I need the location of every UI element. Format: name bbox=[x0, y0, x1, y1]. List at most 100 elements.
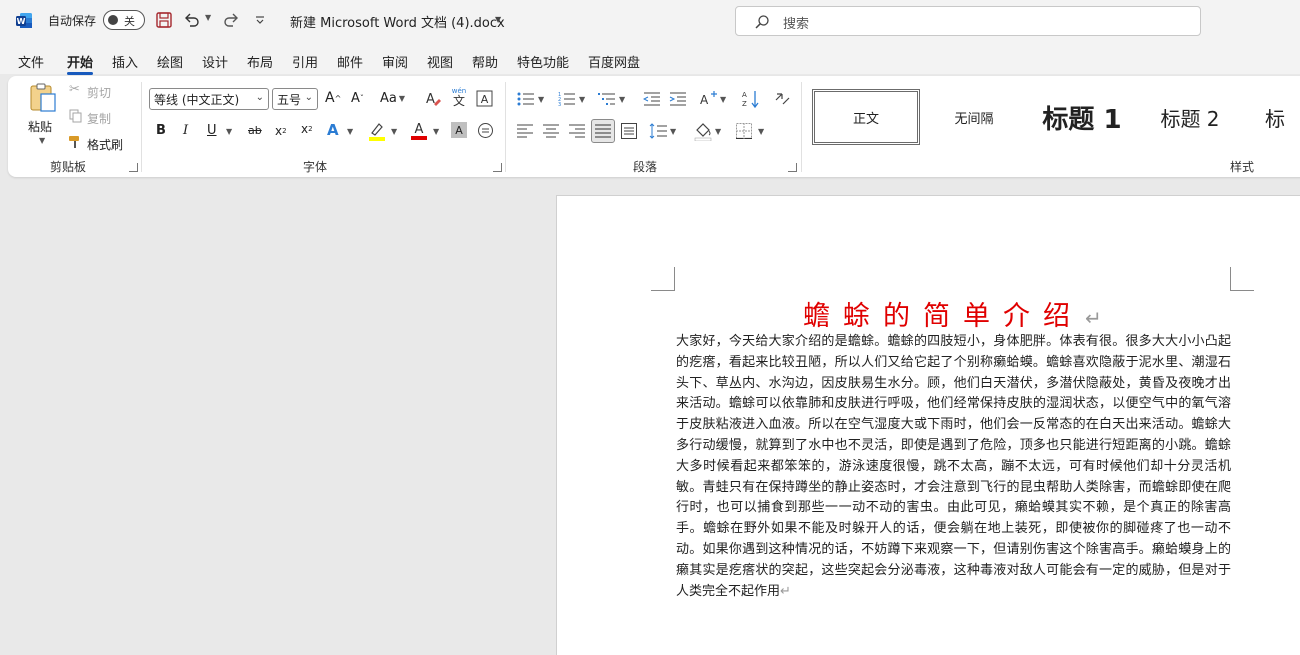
underline-button[interactable]: U bbox=[207, 123, 217, 138]
style-heading-1[interactable]: 标题 1 bbox=[1029, 89, 1135, 145]
strikethrough-button[interactable]: ab bbox=[248, 124, 262, 137]
divider bbox=[801, 82, 802, 172]
style-heading-2[interactable]: 标题 2 bbox=[1137, 89, 1243, 145]
document-page[interactable]: 蟾蜍的简单介绍 ↵ 大家好，今天给大家介绍的是蟾蜍。蟾蜍的四肢短小，身体肥胖。体表… bbox=[556, 195, 1300, 655]
customize-toolbar-icon[interactable] bbox=[251, 11, 269, 29]
align-right-icon[interactable] bbox=[569, 124, 585, 138]
font-size-select[interactable]: 五号 ⌄ bbox=[272, 88, 318, 110]
change-case-button[interactable]: Aa ▼ bbox=[380, 91, 405, 106]
highlight-icon[interactable] bbox=[368, 121, 386, 141]
character-border-icon[interactable]: A bbox=[476, 90, 493, 107]
shading-dropdown-icon[interactable]: ▼ bbox=[715, 127, 721, 136]
superscript-button[interactable]: x2 bbox=[301, 122, 313, 136]
format-painter-label[interactable]: 格式刷 bbox=[87, 136, 123, 153]
borders-icon[interactable] bbox=[736, 123, 752, 139]
tab-special-features[interactable]: 特色功能 bbox=[517, 52, 569, 71]
subscript-button[interactable]: x2 bbox=[275, 124, 287, 138]
tab-insert[interactable]: 插入 bbox=[112, 52, 138, 71]
shrink-font-icon[interactable]: Aˇ bbox=[351, 91, 364, 106]
numbering-icon[interactable]: 1 2 3 bbox=[558, 91, 576, 107]
align-left-icon[interactable] bbox=[517, 124, 533, 138]
line-spacing-dropdown-icon[interactable]: ▼ bbox=[670, 127, 676, 136]
asian-layout-icon[interactable]: A bbox=[699, 90, 719, 108]
tab-review[interactable]: 审阅 bbox=[382, 52, 408, 71]
text-effects-dropdown-icon[interactable]: ▼ bbox=[347, 127, 353, 136]
phonetic-wen-char: 文 bbox=[452, 94, 465, 108]
style-no-spacing[interactable]: 无间隔 bbox=[921, 89, 1027, 145]
bullets-dropdown-icon[interactable]: ▼ bbox=[538, 95, 544, 104]
asian-layout-dropdown-icon[interactable]: ▼ bbox=[720, 95, 726, 104]
save-icon[interactable] bbox=[155, 11, 173, 29]
numbering-dropdown-icon[interactable]: ▼ bbox=[579, 95, 585, 104]
clear-formatting-icon[interactable]: A bbox=[424, 90, 442, 108]
tab-design[interactable]: 设计 bbox=[202, 52, 228, 71]
format-painter-icon[interactable] bbox=[68, 134, 84, 150]
increase-indent-icon[interactable] bbox=[669, 91, 687, 107]
tab-mailings[interactable]: 邮件 bbox=[337, 52, 363, 71]
tab-help[interactable]: 帮助 bbox=[472, 52, 498, 71]
font-color-icon[interactable]: A bbox=[410, 120, 428, 140]
underline-dropdown-icon[interactable]: ▼ bbox=[226, 127, 232, 136]
divider bbox=[505, 82, 506, 172]
divider bbox=[141, 82, 142, 172]
cut-icon[interactable]: ✂ bbox=[69, 82, 80, 97]
document-body[interactable]: 大家好，今天给大家介绍的是蟾蜍。蟾蜍的四肢短小，身体肥胖。体表有很。很多大大小小… bbox=[676, 332, 1231, 602]
highlight-dropdown-icon[interactable]: ▼ bbox=[391, 127, 397, 136]
decrease-indent-icon[interactable] bbox=[643, 91, 661, 107]
svg-text:W: W bbox=[17, 17, 26, 26]
distributed-icon[interactable] bbox=[621, 123, 637, 139]
autosave-label: 自动保存 bbox=[48, 14, 97, 28]
phonetic-guide-button[interactable]: wén 文 bbox=[451, 87, 467, 109]
italic-button[interactable]: I bbox=[183, 123, 188, 138]
borders-dropdown-icon[interactable]: ▼ bbox=[758, 127, 764, 136]
tab-file[interactable]: 文件 bbox=[18, 52, 44, 71]
document-heading-text: 蟾蜍的简单介绍 bbox=[803, 301, 1083, 332]
subscript-label: x bbox=[275, 124, 283, 138]
show-formatting-icon[interactable] bbox=[773, 90, 791, 108]
paste-label[interactable]: 粘贴 bbox=[28, 118, 52, 135]
multilevel-dropdown-icon[interactable]: ▼ bbox=[619, 95, 625, 104]
character-shading-icon[interactable]: A bbox=[451, 122, 467, 138]
styles-group-label: 样式 bbox=[1230, 160, 1255, 174]
change-case-label: Aa bbox=[380, 91, 397, 106]
style-normal[interactable]: 正文 bbox=[812, 89, 920, 145]
document-heading[interactable]: 蟾蜍的简单介绍 ↵ bbox=[803, 294, 1102, 333]
line-spacing-icon[interactable] bbox=[649, 123, 667, 139]
enclose-characters-icon[interactable] bbox=[477, 122, 494, 139]
grow-font-icon[interactable]: A ^ bbox=[325, 90, 341, 106]
undo-dropdown-icon[interactable]: ▼ bbox=[205, 13, 211, 22]
font-launcher-icon[interactable] bbox=[493, 163, 502, 172]
tab-home[interactable]: 开始 bbox=[67, 52, 94, 75]
undo-icon[interactable] bbox=[183, 11, 201, 29]
copy-icon[interactable] bbox=[69, 109, 83, 123]
tab-references[interactable]: 引用 bbox=[292, 52, 318, 71]
copy-label[interactable]: 复制 bbox=[87, 110, 111, 127]
multilevel-list-icon[interactable] bbox=[598, 91, 616, 107]
tab-baidu-netdisk[interactable]: 百度网盘 bbox=[588, 52, 640, 71]
clipboard-launcher-icon[interactable] bbox=[129, 163, 138, 172]
align-center-icon[interactable] bbox=[543, 124, 559, 138]
paragraph-launcher-icon[interactable] bbox=[788, 163, 797, 172]
tab-draw[interactable]: 绘图 bbox=[157, 52, 183, 71]
title-dropdown-icon[interactable]: ▼ bbox=[495, 15, 501, 24]
cut-label[interactable]: 剪切 bbox=[87, 84, 111, 101]
text-effects-icon[interactable]: A bbox=[327, 121, 339, 139]
crop-mark-top-right bbox=[1230, 267, 1254, 291]
bullets-icon[interactable] bbox=[517, 91, 535, 107]
sort-icon[interactable]: A Z bbox=[742, 89, 760, 109]
autosave-toggle[interactable]: 关 bbox=[103, 10, 145, 30]
bold-button[interactable]: B bbox=[156, 123, 166, 138]
search-box[interactable]: 搜索 bbox=[735, 6, 1201, 36]
style-title[interactable]: 标 bbox=[1245, 89, 1300, 145]
paste-dropdown-icon[interactable]: ▼ bbox=[39, 136, 45, 145]
tab-layout[interactable]: 布局 bbox=[247, 52, 273, 71]
word-logo-icon: W bbox=[16, 13, 32, 28]
tab-view[interactable]: 视图 bbox=[427, 52, 453, 71]
justify-button[interactable] bbox=[591, 119, 615, 143]
font-color-dropdown-icon[interactable]: ▼ bbox=[433, 127, 439, 136]
font-family-select[interactable]: 等线 (中文正文) ⌄ bbox=[149, 88, 269, 110]
paste-icon[interactable] bbox=[27, 82, 59, 114]
redo-icon[interactable] bbox=[222, 11, 240, 29]
shading-icon[interactable] bbox=[694, 121, 712, 141]
document-title[interactable]: 新建 Microsoft Word 文档 (4).docx bbox=[290, 12, 505, 31]
